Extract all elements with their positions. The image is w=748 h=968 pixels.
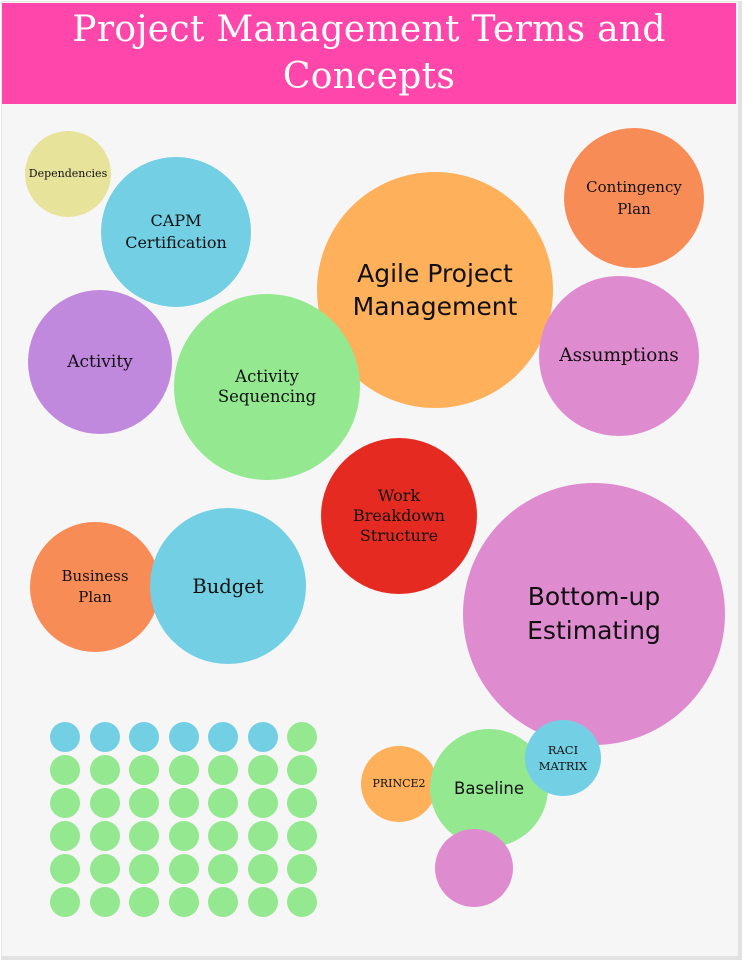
- dot: [287, 854, 317, 884]
- dot: [247, 755, 278, 785]
- dot: [208, 788, 238, 818]
- dot: [208, 887, 238, 917]
- bubble-label: RACI MATRIX: [538, 743, 588, 773]
- bubble-label: Business Plan: [61, 567, 129, 606]
- dot: [89, 887, 120, 917]
- dot: [208, 755, 238, 785]
- dot: [287, 788, 317, 818]
- bubble-label: Contingency Plan: [586, 178, 682, 218]
- bubble-business-plan: Business Plan: [30, 522, 160, 652]
- bubble-label: Activity: [67, 352, 133, 372]
- bubble-activity: Activity: [28, 290, 172, 434]
- dot: [247, 854, 278, 884]
- bubble-activity-sequencing: Activity Sequencing: [174, 294, 360, 480]
- title-banner: Project Management Terms and Concepts: [2, 3, 736, 104]
- bubble-raci-matrix: RACI MATRIX: [525, 720, 601, 796]
- bubble-dependencies: Dependencies: [25, 131, 111, 217]
- dot: [168, 821, 199, 851]
- dot: [50, 788, 80, 818]
- dot: [50, 854, 80, 884]
- dot: [287, 821, 317, 851]
- dot: [50, 887, 80, 917]
- dot: [168, 887, 199, 917]
- dot: [129, 788, 159, 818]
- bubble-unlabeled-pink: [435, 829, 513, 907]
- dot-highlighted: [168, 722, 199, 752]
- dot: [208, 854, 238, 884]
- dot: [168, 755, 199, 785]
- dot: [168, 854, 199, 884]
- dot: [287, 722, 317, 752]
- dot: [129, 821, 159, 851]
- dot: [287, 755, 317, 785]
- dot: [129, 854, 159, 884]
- dot: [247, 821, 278, 851]
- bubble-bottom-up-estimating: Bottom-up Estimating: [463, 483, 725, 745]
- dot: [50, 755, 80, 785]
- bubble-label: Agile Project Management: [352, 259, 518, 321]
- dot: [50, 821, 80, 851]
- dot-highlighted: [129, 722, 159, 752]
- bubble-label: Activity Sequencing: [217, 367, 317, 406]
- bubble-label: Bottom-up Estimating: [527, 582, 661, 645]
- dot-highlighted: [247, 722, 278, 752]
- dot: [208, 821, 238, 851]
- bubble-label: Work Breakdown Structure: [353, 486, 445, 545]
- dot-highlighted: [89, 722, 120, 752]
- bubble-label: Baseline: [454, 778, 524, 798]
- dot: [287, 887, 317, 917]
- bubble-label: Dependencies: [28, 167, 108, 180]
- bubble-budget: Budget: [150, 508, 306, 664]
- page-title: Project Management Terms and Concepts: [72, 9, 666, 97]
- bubble-label: Budget: [192, 574, 264, 598]
- dot: [89, 854, 120, 884]
- bubble-work-breakdown-structure: Work Breakdown Structure: [321, 438, 477, 594]
- bubble-contingency-plan: Contingency Plan: [564, 128, 704, 268]
- dot: [247, 788, 278, 818]
- bubble-prince2: PRINCE2: [361, 746, 437, 822]
- dot: [247, 887, 278, 917]
- dot: [89, 821, 120, 851]
- bubble-capm-certification: CAPM Certification: [101, 157, 251, 307]
- bubble-label: CAPM Certification: [125, 211, 227, 252]
- bubble-label: PRINCE2: [372, 777, 426, 790]
- dot: [129, 755, 159, 785]
- bubble-label: Assumptions: [559, 345, 679, 366]
- dot: [129, 887, 159, 917]
- dot: [89, 755, 120, 785]
- dot: [168, 788, 199, 818]
- bubble-assumptions: Assumptions: [539, 276, 699, 436]
- dot-highlighted: [50, 722, 80, 752]
- dot: [89, 788, 120, 818]
- dot-highlighted: [208, 722, 238, 752]
